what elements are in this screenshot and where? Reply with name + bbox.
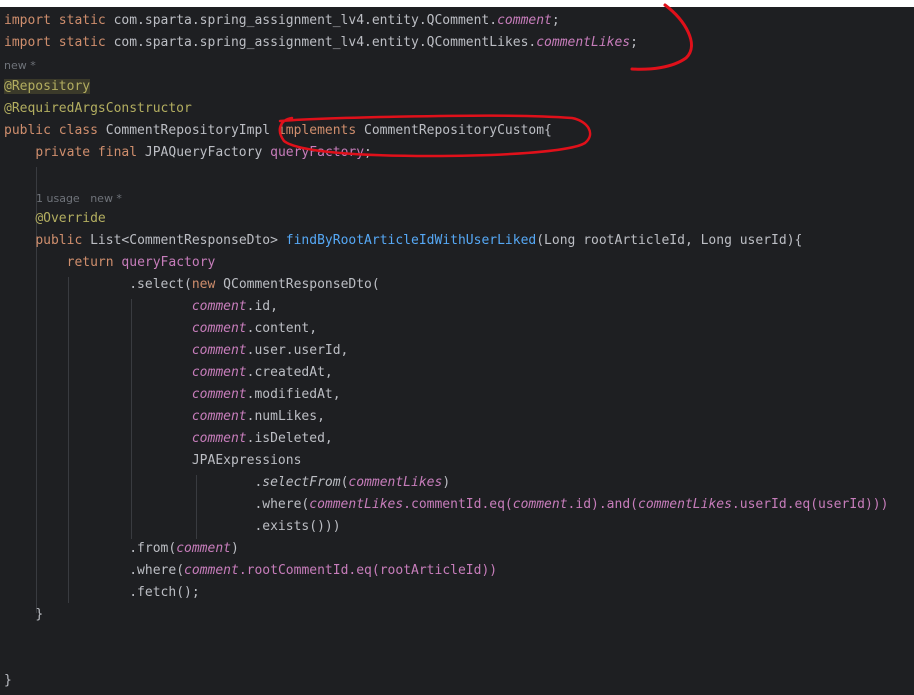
code-line-subquery-where[interactable]: .where(commentLikes.commentId.eq(comment… [4, 494, 888, 516]
code-line-import-comment[interactable]: import static com.sparta.spring_assignme… [4, 10, 560, 32]
code-line-comment-is-deleted[interactable]: comment.isDeleted, [4, 428, 333, 450]
code-line-jpa-expressions[interactable]: JPAExpressions [4, 450, 302, 472]
code-line-return[interactable]: return queryFactory [4, 252, 216, 274]
code-line-comment-user-id[interactable]: comment.user.userId, [4, 340, 349, 362]
code-line-repository-annotation[interactable]: @Repository [4, 76, 91, 98]
code-line-comment-num-likes[interactable]: comment.numLikes, [4, 406, 325, 428]
window-top-edge [0, 0, 914, 7]
code-vision-hint[interactable]: new * [4, 57, 36, 75]
code-line-class-close[interactable]: } [4, 670, 12, 692]
code-line-fetch[interactable]: .fetch(); [4, 582, 199, 604]
usage-hint[interactable]: 1 usage new * [36, 190, 122, 208]
code-line-from[interactable]: .from(comment) [4, 538, 239, 560]
code-line-required-args-annotation[interactable]: @RequiredArgsConstructor [4, 98, 192, 120]
code-line-exists[interactable]: .exists())) [4, 516, 340, 538]
code-line-field-declaration[interactable]: private final JPAQueryFactory queryFacto… [4, 142, 372, 164]
code-line-select-from[interactable]: .selectFrom(commentLikes) [4, 472, 450, 494]
code-line-comment-modified-at[interactable]: comment.modifiedAt, [4, 384, 341, 406]
code-line-method-close[interactable]: } [4, 604, 43, 626]
code-line-import-comment-likes[interactable]: import static com.sparta.spring_assignme… [4, 32, 638, 54]
code-editor[interactable]: import static com.sparta.spring_assignme… [0, 7, 914, 695]
code-line-select[interactable]: .select(new QCommentResponseDto( [4, 274, 379, 296]
code-line-override-annotation[interactable]: @Override [4, 208, 105, 230]
code-line-comment-content[interactable]: comment.content, [4, 318, 317, 340]
code-line-method-signature[interactable]: public List<CommentResponseDto> findByRo… [4, 230, 802, 252]
code-line-comment-created-at[interactable]: comment.createdAt, [4, 362, 333, 384]
code-line-where[interactable]: .where(comment.rootCommentId.eq(rootArti… [4, 560, 497, 582]
code-line-comment-id[interactable]: comment.id, [4, 296, 278, 318]
code-line-class-declaration[interactable]: public class CommentRepositoryImpl imple… [4, 120, 552, 142]
